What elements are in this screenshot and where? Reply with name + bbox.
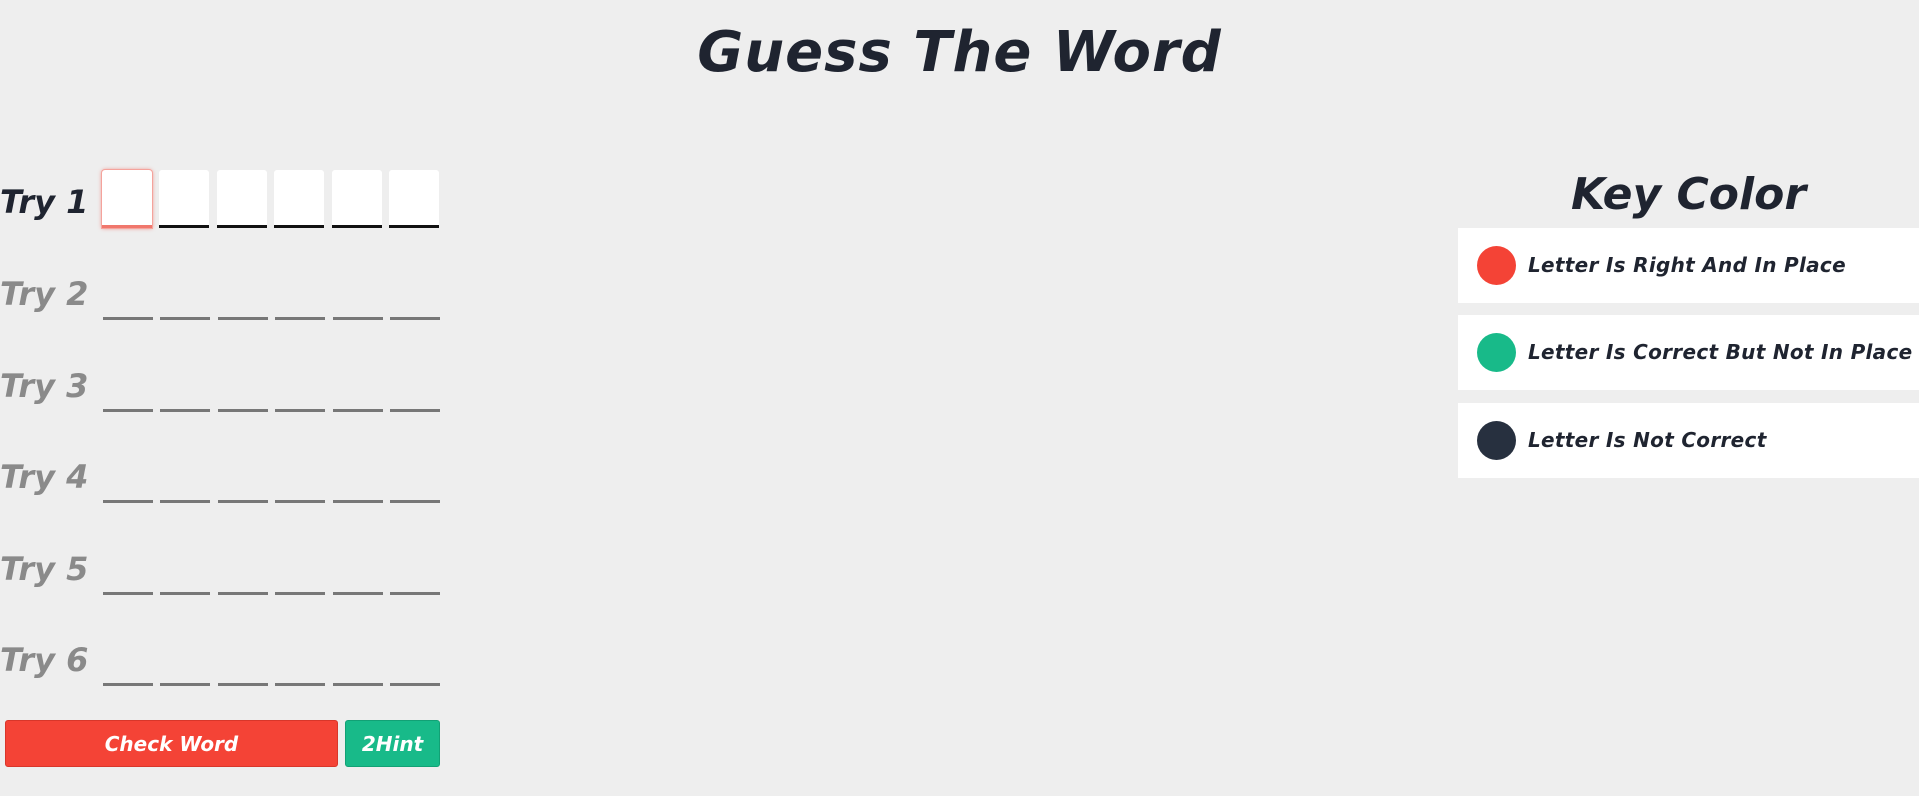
letter-input[interactable] (390, 628, 440, 686)
letter-input[interactable] (218, 445, 268, 503)
key-item-correct-not-in-place: Letter Is Correct But Not In Place (1458, 315, 1919, 390)
try-label: Try 1 (0, 183, 89, 221)
letter-input[interactable] (333, 445, 383, 503)
letter-input[interactable] (333, 628, 383, 686)
dark-dot-icon (1477, 421, 1516, 460)
hint-button[interactable]: 2Hint (345, 720, 440, 767)
try-row-2: Try 2 (0, 262, 450, 324)
letter-input[interactable] (275, 628, 325, 686)
letter-input[interactable] (333, 354, 383, 412)
letter-input[interactable] (389, 170, 439, 228)
letter-input[interactable] (333, 262, 383, 320)
check-word-button[interactable]: Check Word (5, 720, 338, 767)
try-row-6: Try 6 (0, 628, 450, 690)
key-color-panel: Key Color Letter Is Right And In Place L… (1458, 165, 1919, 478)
letter-input[interactable] (275, 262, 325, 320)
try-row-5: Try 5 (0, 537, 450, 599)
letter-input[interactable] (275, 445, 325, 503)
try-label: Try 5 (0, 550, 89, 588)
key-item-right-in-place: Letter Is Right And In Place (1458, 228, 1919, 303)
try-row-1: Try 1 (0, 170, 450, 232)
letter-input[interactable] (160, 537, 210, 595)
try-label: Try 6 (0, 641, 89, 679)
letter-input[interactable] (218, 628, 268, 686)
letter-input[interactable] (390, 445, 440, 503)
letter-input[interactable] (103, 262, 153, 320)
try-label: Try 4 (0, 458, 89, 496)
letter-input[interactable] (332, 170, 382, 228)
letter-input[interactable] (160, 445, 210, 503)
red-dot-icon (1477, 246, 1516, 285)
letter-input[interactable] (103, 354, 153, 412)
letter-input[interactable] (275, 537, 325, 595)
letter-input[interactable] (218, 354, 268, 412)
letter-input[interactable] (333, 537, 383, 595)
letter-input[interactable] (160, 628, 210, 686)
letter-input[interactable] (218, 262, 268, 320)
try-label: Try 2 (0, 275, 89, 313)
key-item-label: Letter Is Right And In Place (1528, 253, 1846, 277)
letter-input[interactable] (390, 537, 440, 595)
letter-input[interactable] (160, 354, 210, 412)
key-color-title: Key Color (1570, 169, 1807, 220)
try-row-3: Try 3 (0, 354, 450, 416)
letter-input[interactable] (103, 445, 153, 503)
page-title: Guess The Word (697, 20, 1222, 85)
letter-input[interactable] (218, 537, 268, 595)
letter-input[interactable] (390, 354, 440, 412)
letter-input[interactable] (275, 354, 325, 412)
try-row-4: Try 4 (0, 445, 450, 507)
letter-input[interactable] (102, 170, 152, 228)
letter-input[interactable] (160, 262, 210, 320)
letter-input[interactable] (103, 537, 153, 595)
try-label: Try 3 (0, 367, 89, 405)
letter-input[interactable] (390, 262, 440, 320)
key-item-not-correct: Letter Is Not Correct (1458, 403, 1919, 478)
letter-input[interactable] (103, 628, 153, 686)
green-dot-icon (1477, 333, 1516, 372)
letter-input[interactable] (159, 170, 209, 228)
letter-input[interactable] (274, 170, 324, 228)
key-item-label: Letter Is Correct But Not In Place (1528, 340, 1913, 364)
key-item-label: Letter Is Not Correct (1528, 428, 1767, 452)
letter-input[interactable] (217, 170, 267, 228)
